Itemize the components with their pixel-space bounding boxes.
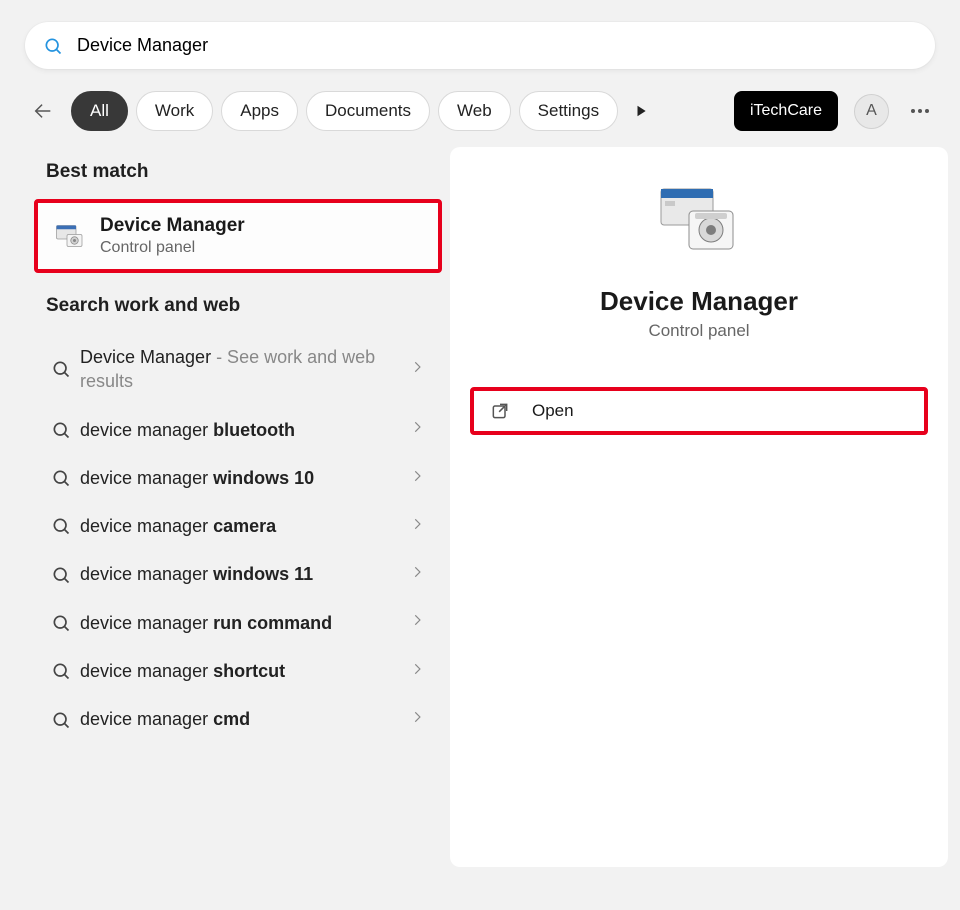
search-icon <box>42 710 80 730</box>
search-icon <box>42 359 80 379</box>
suggestion-text: device manager windows 11 <box>80 562 410 586</box>
filter-pill-work[interactable]: Work <box>136 91 213 131</box>
best-match-subtitle: Control panel <box>100 239 245 257</box>
chevron-right-icon <box>410 662 424 681</box>
search-icon <box>42 516 80 536</box>
detail-panel: Device Manager Control panel Open <box>450 147 948 867</box>
open-external-icon <box>490 401 510 421</box>
chevron-right-icon <box>410 469 424 488</box>
filter-pill-settings[interactable]: Settings <box>519 91 618 131</box>
search-icon <box>42 468 80 488</box>
overflow-menu-button[interactable] <box>905 109 935 113</box>
search-icon <box>42 661 80 681</box>
triangle-right-icon <box>634 104 648 118</box>
best-match-result[interactable]: Device Manager Control panel <box>34 199 442 273</box>
filter-pill-documents[interactable]: Documents <box>306 91 430 131</box>
best-match-heading: Best match <box>46 161 450 183</box>
filter-pill-apps[interactable]: Apps <box>221 91 298 131</box>
device-manager-icon <box>50 216 90 256</box>
chevron-right-icon <box>410 565 424 584</box>
search-icon <box>42 565 80 585</box>
chevron-right-icon <box>410 613 424 632</box>
suggestion-text: device manager camera <box>80 514 410 538</box>
suggestion-item[interactable]: device manager camera <box>34 502 434 550</box>
search-icon <box>43 36 63 56</box>
suggestion-list: Device Manager - See work and web result… <box>34 333 450 744</box>
suggestion-item[interactable]: Device Manager - See work and web result… <box>34 333 434 406</box>
avatar[interactable]: A <box>854 94 889 129</box>
detail-device-manager-icon <box>655 183 743 266</box>
detail-subtitle: Control panel <box>648 321 749 341</box>
suggestion-item[interactable]: device manager run command <box>34 599 434 647</box>
suggestion-text: device manager run command <box>80 611 410 635</box>
suggestion-item[interactable]: device manager bluetooth <box>34 406 434 454</box>
suggestion-text: device manager shortcut <box>80 659 410 683</box>
suggestion-text: device manager cmd <box>80 707 410 731</box>
best-match-title: Device Manager <box>100 215 245 237</box>
filter-pill-all[interactable]: All <box>71 91 128 131</box>
suggestion-item[interactable]: device manager windows 10 <box>34 454 434 502</box>
detail-title: Device Manager <box>600 286 798 317</box>
search-bar[interactable] <box>25 22 935 69</box>
search-input[interactable] <box>77 35 923 56</box>
chevron-right-icon <box>410 360 424 379</box>
suggestion-item[interactable]: device manager cmd <box>34 695 434 743</box>
brand-badge[interactable]: iTechCare <box>734 91 838 131</box>
search-icon <box>42 613 80 633</box>
back-button[interactable] <box>25 93 61 129</box>
chevron-right-icon <box>410 420 424 439</box>
search-icon <box>42 420 80 440</box>
suggestion-item[interactable]: device manager shortcut <box>34 647 434 695</box>
suggestion-text: device manager windows 10 <box>80 466 410 490</box>
suggestion-text: device manager bluetooth <box>80 418 410 442</box>
filter-pill-web[interactable]: Web <box>438 91 511 131</box>
filter-pills: All Work Apps Documents Web Settings <box>71 91 722 131</box>
suggestion-text: Device Manager - See work and web result… <box>80 345 410 394</box>
chevron-right-icon <box>410 710 424 729</box>
chevron-right-icon <box>410 517 424 536</box>
suggestion-item[interactable]: device manager windows 11 <box>34 550 434 598</box>
open-action[interactable]: Open <box>470 387 928 435</box>
open-action-label: Open <box>532 401 574 421</box>
filter-more-button[interactable] <box>626 91 656 131</box>
filter-row: All Work Apps Documents Web Settings iTe… <box>0 69 960 141</box>
search-web-heading: Search work and web <box>46 295 450 317</box>
header-right-cluster: iTechCare A <box>734 91 935 131</box>
